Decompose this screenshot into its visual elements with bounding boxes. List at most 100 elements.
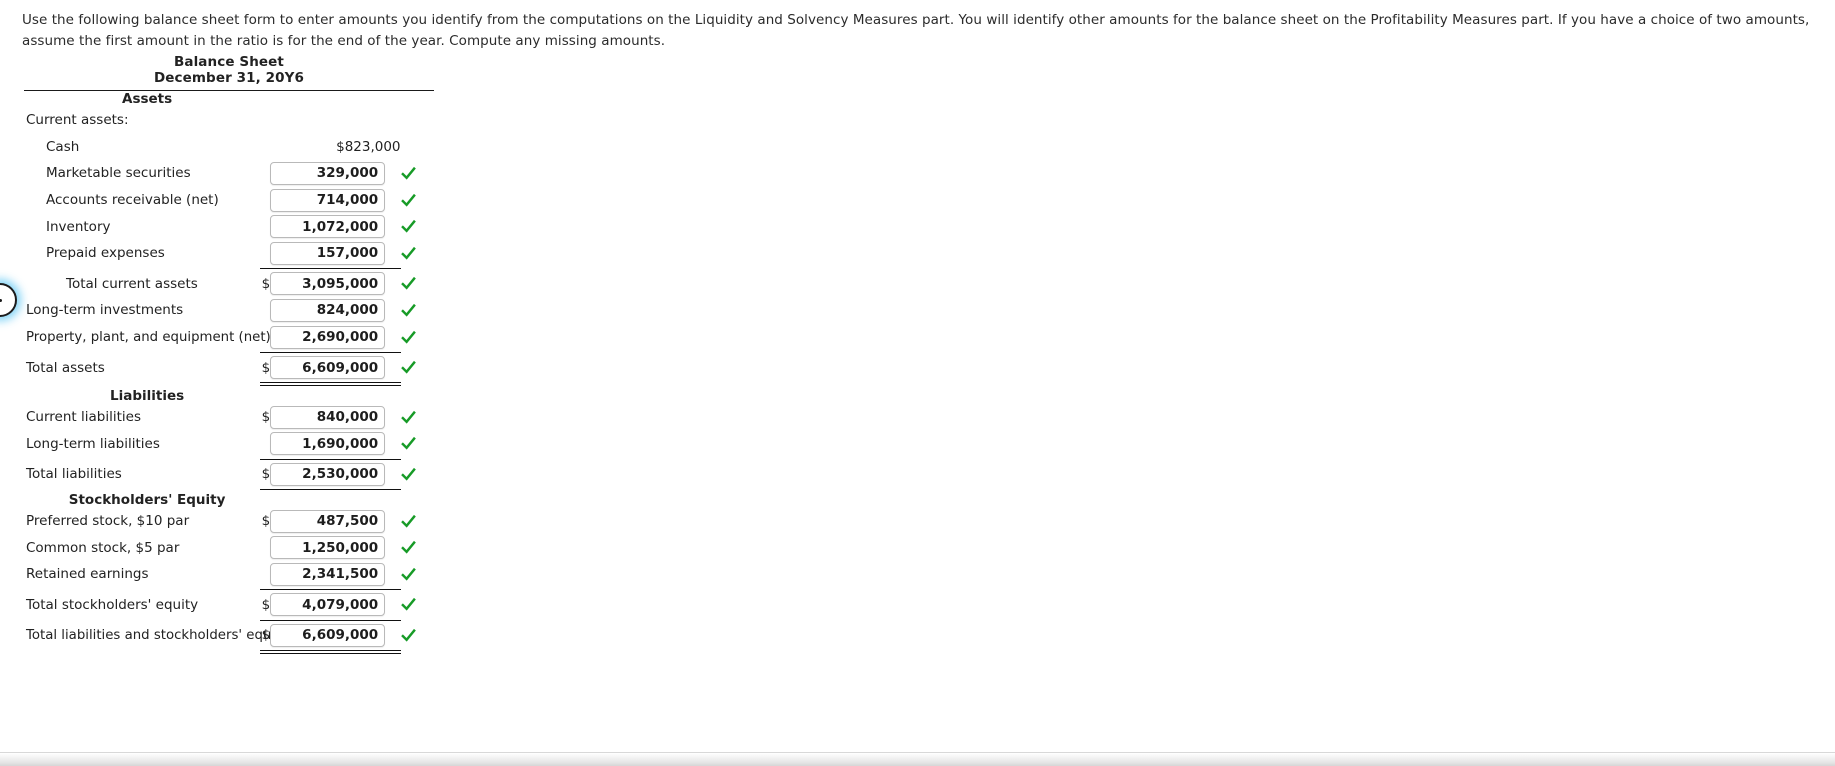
exercise-instructions: Use the following balance sheet form to … bbox=[22, 12, 1810, 49]
check-mark-icon bbox=[400, 467, 416, 481]
dollar-long-term-investments bbox=[260, 297, 270, 324]
check-mark-icon bbox=[400, 437, 416, 450]
status-accounts-receivable bbox=[400, 187, 434, 214]
dollar-marketable-securities bbox=[260, 160, 270, 187]
status-property-plant-equipment bbox=[400, 324, 434, 351]
status-long-term-investments bbox=[400, 297, 434, 324]
field-cell-current-liabilities bbox=[270, 404, 400, 431]
input-total-current-assets[interactable] bbox=[270, 272, 386, 296]
dollar-common-stock bbox=[260, 534, 270, 561]
label-marketable-securities: Marketable securities bbox=[46, 165, 191, 182]
balance-sheet-table: Balance Sheet December 31, 20Y6 Assets C… bbox=[24, 52, 434, 656]
row-total-stockholders-equity: Total stockholders' equity $ bbox=[24, 592, 434, 619]
input-common-stock[interactable] bbox=[270, 536, 386, 560]
input-preferred-stock[interactable] bbox=[270, 509, 386, 533]
field-cell-prepaid-expenses bbox=[270, 240, 400, 267]
status-common-stock bbox=[400, 534, 434, 561]
current-assets-header: Current assets: bbox=[26, 112, 129, 129]
status-prepaid-expenses bbox=[400, 240, 434, 267]
check-mark-icon bbox=[400, 220, 416, 233]
field-cell-total-current-assets bbox=[270, 271, 400, 298]
liabilities-heading: Liabilities bbox=[110, 387, 185, 404]
field-cell-total-assets bbox=[270, 354, 400, 381]
dollar-preferred-stock: $ bbox=[261, 513, 271, 530]
input-current-liabilities[interactable] bbox=[270, 405, 386, 429]
status-total-liabilities-and-equity bbox=[400, 622, 434, 649]
label-retained-earnings: Retained earnings bbox=[26, 566, 149, 583]
check-mark-icon bbox=[400, 628, 416, 642]
check-mark-icon bbox=[400, 541, 416, 554]
field-cell-total-stockholders-equity bbox=[270, 592, 400, 619]
input-accounts-receivable[interactable] bbox=[270, 188, 386, 212]
check-mark-icon bbox=[400, 277, 416, 290]
current-assets-header-row: Current assets: bbox=[24, 107, 434, 134]
form-title-row: Balance Sheet bbox=[24, 52, 434, 70]
input-retained-earnings[interactable] bbox=[270, 562, 386, 586]
equity-heading: Stockholders' Equity bbox=[68, 491, 226, 508]
input-long-term-liabilities[interactable] bbox=[270, 432, 386, 456]
field-cell-retained-earnings bbox=[270, 561, 400, 588]
label-long-term-investments: Long-term investments bbox=[26, 302, 184, 319]
form-date: December 31, 20Y6 bbox=[153, 70, 305, 86]
input-long-term-investments[interactable] bbox=[270, 298, 386, 322]
row-preferred-stock: Preferred stock, $10 par $ bbox=[24, 508, 434, 535]
field-cell-accounts-receivable bbox=[270, 187, 400, 214]
input-total-stockholders-equity[interactable] bbox=[270, 593, 386, 617]
field-cell-long-term-liabilities bbox=[270, 431, 400, 458]
subtotal-divider bbox=[260, 268, 401, 270]
label-long-term-liabilities: Long-term liabilities bbox=[26, 435, 160, 452]
row-total-liabilities: Total liabilities $ bbox=[24, 461, 434, 488]
status-current-liabilities bbox=[400, 404, 434, 431]
assets-heading: Assets bbox=[122, 91, 173, 107]
status-long-term-liabilities bbox=[400, 431, 434, 458]
grand-total-double-divider bbox=[260, 650, 401, 655]
row-total-assets: Total assets $ bbox=[24, 354, 434, 381]
input-total-liabilities[interactable] bbox=[270, 462, 386, 486]
input-total-assets[interactable] bbox=[270, 356, 386, 380]
status-retained-earnings bbox=[400, 561, 434, 588]
check-mark-icon bbox=[400, 193, 416, 207]
status-total-liabilities bbox=[400, 461, 434, 488]
label-property-plant-equipment: Property, plant, and equipment (net) bbox=[26, 329, 271, 345]
status-total-stockholders-equity bbox=[400, 592, 434, 619]
total-liabilities-divider bbox=[260, 458, 401, 460]
check-mark-icon bbox=[400, 598, 416, 611]
dollar-retained-earnings bbox=[260, 561, 270, 588]
label-prepaid-expenses: Prepaid expenses bbox=[46, 245, 165, 262]
input-property-plant-equipment[interactable] bbox=[270, 325, 386, 349]
label-total-current-assets: Total current assets bbox=[66, 275, 198, 292]
dollar-prepaid-expenses bbox=[260, 240, 270, 267]
row-long-term-liabilities: Long-term liabilities bbox=[24, 431, 434, 458]
status-preferred-stock bbox=[400, 508, 434, 535]
input-prepaid-expenses[interactable] bbox=[270, 241, 386, 265]
horizontal-scrollbar[interactable] bbox=[0, 752, 1835, 766]
total-assets-double-divider bbox=[260, 382, 401, 387]
row-current-liabilities: Current liabilities $ bbox=[24, 404, 434, 431]
value-cash: $823,000 bbox=[336, 138, 401, 155]
label-current-liabilities: Current liabilities bbox=[26, 409, 141, 426]
status-total-assets bbox=[400, 354, 434, 381]
equity-heading-row: Stockholders' Equity bbox=[24, 492, 434, 508]
input-total-liabilities-and-equity[interactable] bbox=[270, 623, 386, 647]
status-marketable-securities bbox=[400, 160, 434, 187]
input-inventory[interactable] bbox=[270, 215, 386, 239]
label-common-stock: Common stock, $5 par bbox=[26, 539, 180, 556]
check-mark-icon bbox=[400, 410, 416, 424]
row-total-current-assets: Total current assets $ bbox=[24, 271, 434, 298]
row-prepaid-expenses: Prepaid expenses bbox=[24, 240, 434, 267]
label-inventory: Inventory bbox=[46, 218, 111, 235]
row-common-stock: Common stock, $5 par bbox=[24, 534, 434, 561]
row-property-plant-equipment: Property, plant, and equipment (net) bbox=[24, 324, 434, 351]
rule-after-grand-total bbox=[24, 649, 434, 656]
assets-heading-row: Assets bbox=[24, 91, 434, 107]
form-date-row: December 31, 20Y6 bbox=[24, 70, 434, 86]
row-marketable-securities: Marketable securities bbox=[24, 160, 434, 187]
rule-after-total-assets bbox=[24, 381, 434, 388]
input-marketable-securities[interactable] bbox=[270, 161, 386, 185]
field-cell-property-plant-equipment bbox=[270, 324, 400, 351]
row-accounts-receivable: Accounts receivable (net) bbox=[24, 187, 434, 214]
row-cash: Cash $823,000 bbox=[24, 134, 434, 161]
liabilities-heading-row: Liabilities bbox=[24, 388, 434, 404]
row-retained-earnings: Retained earnings bbox=[24, 561, 434, 588]
status-total-current-assets bbox=[400, 271, 434, 298]
